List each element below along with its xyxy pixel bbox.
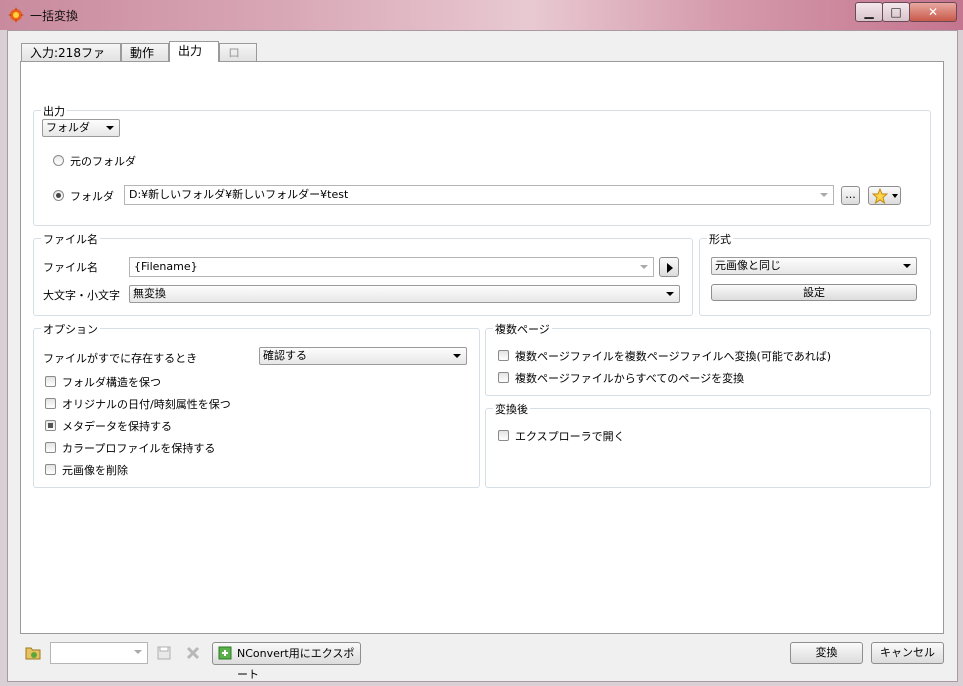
- filename-pattern-input[interactable]: {Filename}: [129, 257, 654, 277]
- case-select-value: 無変換: [133, 287, 166, 300]
- nconvert-export-label: NConvert用にエクスポート: [237, 647, 355, 681]
- options-group-label: オプション: [41, 321, 100, 337]
- chevron-down-icon: [640, 265, 648, 269]
- delete-original-checkbox[interactable]: [45, 464, 56, 475]
- tab-log[interactable]: ログ: [219, 43, 257, 78]
- export-icon: [218, 646, 232, 660]
- cancel-button[interactable]: キャンセル: [871, 642, 944, 664]
- file-exists-value: 確認する: [263, 349, 307, 362]
- filename-group-label: ファイル名: [41, 231, 100, 247]
- open-explorer-label: エクスプローラで開く: [515, 430, 625, 443]
- output-folder-path-value: D:¥新しいフォルダ¥新しいフォルダー¥test: [129, 188, 349, 201]
- output-mode-select[interactable]: フォルダ: [42, 119, 120, 137]
- output-mode-value: フォルダ: [46, 121, 90, 134]
- output-folder-path-input[interactable]: D:¥新しいフォルダ¥新しいフォルダー¥test: [124, 185, 834, 205]
- tab-input[interactable]: 入力:218ファイル: [21, 43, 121, 78]
- open-folder-icon[interactable]: [25, 645, 42, 661]
- tab-output[interactable]: 出力: [169, 41, 219, 62]
- original-folder-label: 元のフォルダ: [70, 155, 136, 168]
- convert-button[interactable]: 変換: [790, 642, 863, 664]
- delete-icon[interactable]: [186, 646, 200, 660]
- options-group: オプション ファイルがすでに存在するとき 確認する フォルダ構造を保つ オリジナ…: [33, 321, 480, 488]
- file-exists-label: ファイルがすでに存在するとき: [43, 352, 198, 365]
- format-select[interactable]: 元画像と同じ: [711, 257, 917, 275]
- keep-metadata-label: メタデータを保持する: [62, 420, 172, 433]
- case-select[interactable]: 無変換: [129, 285, 680, 303]
- keep-folder-structure-label: フォルダ構造を保つ: [62, 376, 161, 389]
- output-group: 出力 フォルダ 元のフォルダ フォルダ D:¥新しいフォルダ¥新しいフォルダー¥…: [33, 103, 931, 226]
- output-tab-panel: 出力 フォルダ 元のフォルダ フォルダ D:¥新しいフォルダ¥新しいフォルダー¥…: [20, 61, 944, 634]
- window-title: 一括変換: [30, 9, 79, 23]
- chevron-down-icon: [820, 193, 828, 197]
- after-conversion-group-label: 変換後: [493, 401, 530, 417]
- convert-all-pages-checkbox[interactable]: [498, 372, 509, 383]
- save-icon[interactable]: [157, 646, 171, 660]
- filename-macro-button[interactable]: [659, 257, 679, 277]
- close-button[interactable]: ✕: [909, 2, 957, 22]
- keep-date-attributes-checkbox[interactable]: [45, 398, 56, 409]
- format-group-label: 形式: [707, 231, 733, 247]
- chevron-down-icon: [453, 354, 461, 358]
- tab-action-label: 動作: [130, 46, 155, 60]
- preset-select[interactable]: [50, 642, 148, 664]
- folder-radio-label: フォルダ: [70, 190, 114, 203]
- chevron-down-icon: [666, 292, 674, 296]
- folder-radio[interactable]: [53, 190, 64, 201]
- browse-button-label: ...: [845, 188, 856, 201]
- chevron-down-icon: [892, 194, 898, 198]
- favorites-button[interactable]: [868, 186, 901, 205]
- tab-output-label: 出力: [178, 44, 203, 58]
- star-icon: [872, 188, 888, 204]
- format-group: 形式 元画像と同じ 設定: [699, 231, 931, 316]
- open-explorer-checkbox[interactable]: [498, 430, 509, 441]
- format-select-value: 元画像と同じ: [715, 259, 781, 272]
- multipage-group-label: 複数ページ: [493, 321, 552, 337]
- minimize-button[interactable]: ▁: [855, 2, 883, 22]
- original-folder-radio[interactable]: [53, 155, 64, 166]
- delete-original-label: 元画像を削除: [62, 464, 128, 477]
- multipage-to-multipage-checkbox[interactable]: [498, 350, 509, 361]
- dialog-frame: 入力:218ファイル 動作 出力 ログ 出力 フォルダ 元のフォルダ フォルダ …: [7, 30, 958, 682]
- keep-color-profile-label: カラープロファイルを保持する: [62, 442, 216, 455]
- cancel-button-label: キャンセル: [880, 646, 935, 659]
- convert-all-pages-label: 複数ページファイルからすべてのページを変換: [515, 372, 745, 385]
- after-conversion-group: 変換後 エクスプローラで開く: [485, 401, 931, 488]
- keep-color-profile-checkbox[interactable]: [45, 442, 56, 453]
- chevron-down-icon: [903, 264, 911, 268]
- file-exists-select[interactable]: 確認する: [259, 347, 467, 365]
- output-group-label: 出力: [41, 103, 67, 119]
- filename-group: ファイル名 ファイル名 {Filename} 大文字・小文字 無変換: [33, 231, 693, 316]
- browse-button[interactable]: ...: [841, 186, 860, 205]
- minimize-icon: ▁: [864, 5, 874, 19]
- maximize-icon: □: [890, 5, 902, 19]
- keep-folder-structure-checkbox[interactable]: [45, 376, 56, 387]
- tab-action[interactable]: 動作: [121, 43, 169, 61]
- close-icon: ✕: [927, 5, 939, 19]
- title-bar: 一括変換 ▁ □ ✕: [0, 0, 963, 30]
- maximize-button[interactable]: □: [882, 2, 910, 22]
- filename-pattern-value: {Filename}: [134, 260, 198, 273]
- multipage-to-multipage-label: 複数ページファイルを複数ページファイルへ変換(可能であれば): [515, 350, 832, 363]
- keep-metadata-checkbox[interactable]: [45, 420, 56, 431]
- format-settings-button[interactable]: 設定: [711, 284, 917, 301]
- convert-button-label: 変換: [815, 646, 838, 659]
- keep-date-attributes-label: オリジナルの日付/時刻属性を保つ: [62, 398, 231, 411]
- multipage-group: 複数ページ 複数ページファイルを複数ページファイルへ変換(可能であれば) 複数ペ…: [485, 321, 931, 396]
- chevron-down-icon: [106, 126, 114, 130]
- case-label: 大文字・小文字: [43, 289, 120, 302]
- chevron-down-icon: [134, 650, 142, 654]
- nconvert-export-button[interactable]: NConvert用にエクスポート: [212, 642, 361, 681]
- play-arrow-icon: [667, 263, 673, 273]
- filename-label: ファイル名: [43, 261, 98, 274]
- format-settings-label: 設定: [803, 286, 825, 299]
- xnview-logo-icon: [8, 7, 24, 23]
